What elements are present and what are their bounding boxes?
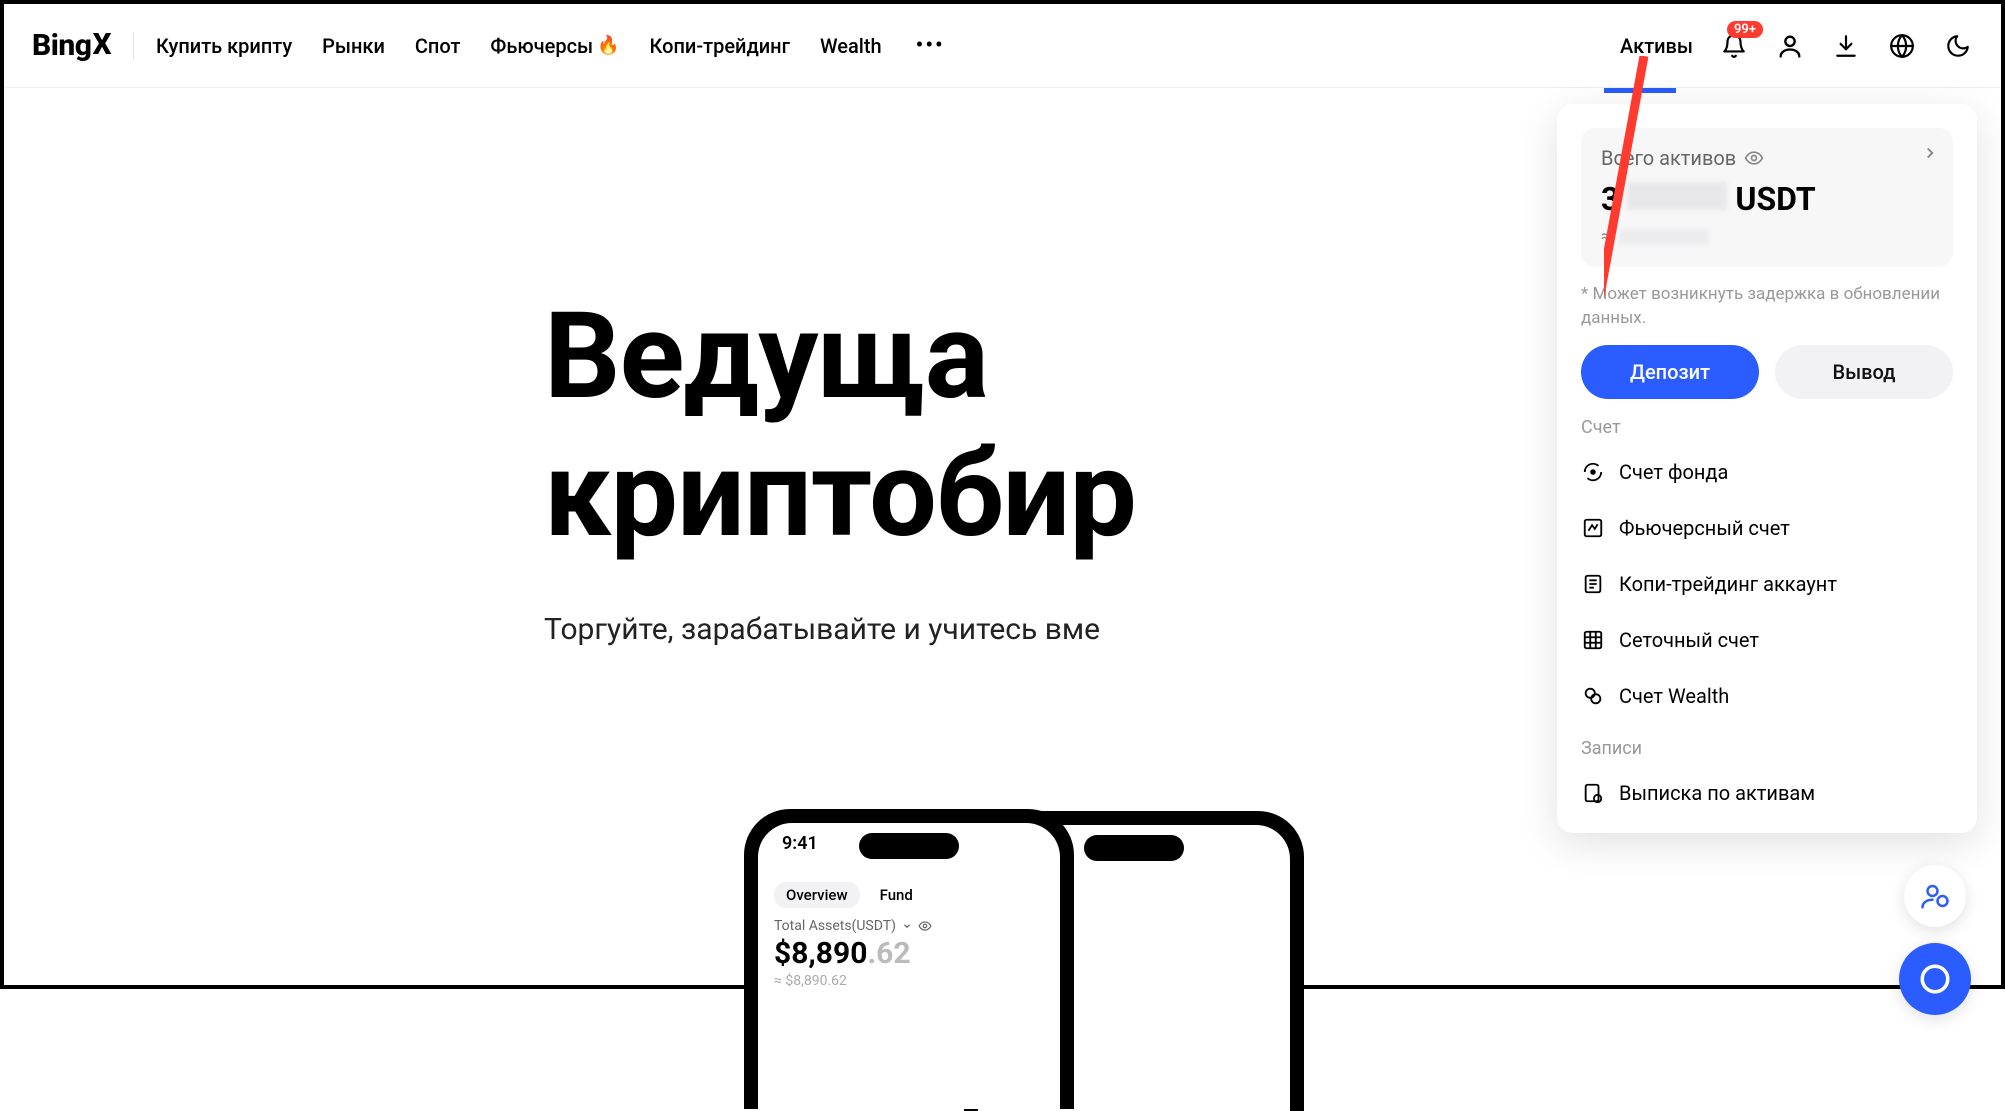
total-assets-approx: ≈ [1601, 226, 1933, 247]
coins-icon [1581, 684, 1605, 708]
blurred-approx [1619, 229, 1709, 245]
withdraw-button[interactable]: Вывод [1775, 345, 1953, 399]
menu-label: Фьючерсный счет [1619, 516, 1790, 540]
menu-futures-account[interactable]: Фьючерсный счет [1557, 500, 1977, 556]
vertical-divider [133, 32, 134, 60]
phone-amount-cents: .62 [867, 936, 910, 971]
chart-box-icon [1581, 516, 1605, 540]
menu-label: Сеточный счет [1619, 628, 1759, 652]
notification-badge: 99+ [1727, 21, 1763, 38]
phone-total-label-row: Total Assets(USDT) [774, 918, 1044, 934]
phone-tab-overview: Overview [774, 882, 860, 908]
download-icon [1833, 33, 1859, 59]
blurred-amount [1627, 182, 1727, 210]
action-buttons: Депозит Вывод [1581, 345, 1953, 399]
delay-note: * Может возникнуть задержка в обновлении… [1581, 283, 1953, 331]
assets-dropdown: Всего активов 3 USDT ≈ * Может возникнут… [1557, 104, 1977, 833]
download-button[interactable] [1831, 31, 1861, 61]
logo[interactable]: BingX [32, 28, 111, 63]
phone-front: 9:41 Overview Fund Total Assets(USDT) $8… [744, 809, 1074, 1109]
hero-title-line2: криптобир [544, 425, 1136, 565]
phone-notch [1084, 835, 1184, 861]
total-assets-value: 3 USDT [1601, 180, 1933, 218]
nav-markets[interactable]: Рынки [322, 34, 385, 58]
total-assets-label: Всего активов [1601, 146, 1736, 170]
nav-buy-crypto[interactable]: Купить крипту [156, 34, 292, 58]
phone-front-screen: 9:41 Overview Fund Total Assets(USDT) $8… [758, 823, 1060, 1109]
user-plus-icon [1920, 881, 1950, 911]
phone-mockups: 9:41 Overview Fund Total Assets(USDT) $8… [744, 809, 1304, 1009]
user-icon [1776, 32, 1804, 60]
asset-leading-digit: 3 [1601, 180, 1619, 218]
chat-button[interactable] [1899, 943, 1971, 1015]
topbar-right: Активы 99+ [1620, 31, 1973, 61]
document-icon [1581, 572, 1605, 596]
nav-futures[interactable]: Фьючерсы 🔥 [490, 34, 619, 58]
hero-title-line1: Ведуща [544, 287, 988, 427]
phone-tab-fund: Fund [868, 882, 925, 908]
total-assets-label-row: Всего активов [1601, 146, 1933, 170]
nav-assets[interactable]: Активы [1620, 34, 1693, 58]
refresh-icon [1581, 460, 1605, 484]
moon-icon [1945, 33, 1971, 59]
asset-currency: USDT [1735, 180, 1815, 218]
globe-icon [1889, 33, 1915, 59]
approx-prefix: ≈ [1601, 226, 1611, 247]
logo-x: X [92, 27, 111, 62]
menu-wealth-account[interactable]: Счет Wealth [1557, 668, 1977, 724]
floating-actions [1899, 865, 1971, 975]
card-chevron [1921, 144, 1939, 162]
section-account-label: Счет [1581, 417, 1953, 438]
menu-label: Копи-трейдинг аккаунт [1619, 572, 1837, 596]
menu-copy-trading-account[interactable]: Копи-трейдинг аккаунт [1557, 556, 1977, 612]
eye-icon [918, 919, 932, 933]
phone-amount: $8,890.62 [774, 936, 1044, 971]
fire-icon: 🔥 [597, 35, 619, 56]
phone-amount-main: $8,890 [774, 936, 867, 971]
menu-asset-statement[interactable]: Выписка по активам [1557, 765, 1977, 821]
chevron-down-icon [902, 921, 912, 931]
phone-total-label: Total Assets(USDT) [774, 918, 896, 934]
account-button[interactable] [1775, 31, 1805, 61]
phone-tabs: Overview Fund [774, 882, 1044, 908]
statement-icon [1581, 781, 1605, 805]
theme-toggle-button[interactable] [1943, 31, 1973, 61]
total-assets-card[interactable]: Всего активов 3 USDT ≈ [1581, 128, 1953, 267]
grid-icon [1581, 628, 1605, 652]
language-button[interactable] [1887, 31, 1917, 61]
nav-copy-trading[interactable]: Копи-трейдинг [650, 34, 790, 58]
eye-icon[interactable] [1744, 148, 1764, 168]
nav-wealth[interactable]: Wealth [820, 34, 882, 58]
menu-label: Выписка по активам [1619, 781, 1815, 805]
phone-sub-amount: ≈ $8,890.62 [774, 973, 1044, 989]
nav-spot[interactable]: Спот [415, 34, 461, 58]
phone-notch [859, 833, 959, 859]
main-nav: Купить крипту Рынки Спот Фьючерсы 🔥 Копи… [156, 33, 949, 58]
menu-label: Счет фонда [1619, 460, 1728, 484]
support-user-button[interactable] [1904, 865, 1966, 927]
logo-text: Bing [32, 28, 91, 63]
menu-label: Счет Wealth [1619, 684, 1729, 708]
menu-fund-account[interactable]: Счет фонда [1557, 444, 1977, 500]
nav-more[interactable]: ••• [912, 33, 949, 58]
chevron-right-icon [1921, 144, 1939, 162]
section-records-label: Записи [1581, 738, 1953, 759]
top-navigation-bar: BingX Купить крипту Рынки Спот Фьючерсы … [4, 4, 2001, 88]
deposit-button[interactable]: Депозит [1581, 345, 1759, 399]
chat-icon [1918, 962, 1952, 996]
menu-grid-account[interactable]: Сеточный счет [1557, 612, 1977, 668]
notifications-button[interactable]: 99+ [1719, 31, 1749, 61]
nav-futures-label: Фьючерсы [490, 34, 593, 58]
